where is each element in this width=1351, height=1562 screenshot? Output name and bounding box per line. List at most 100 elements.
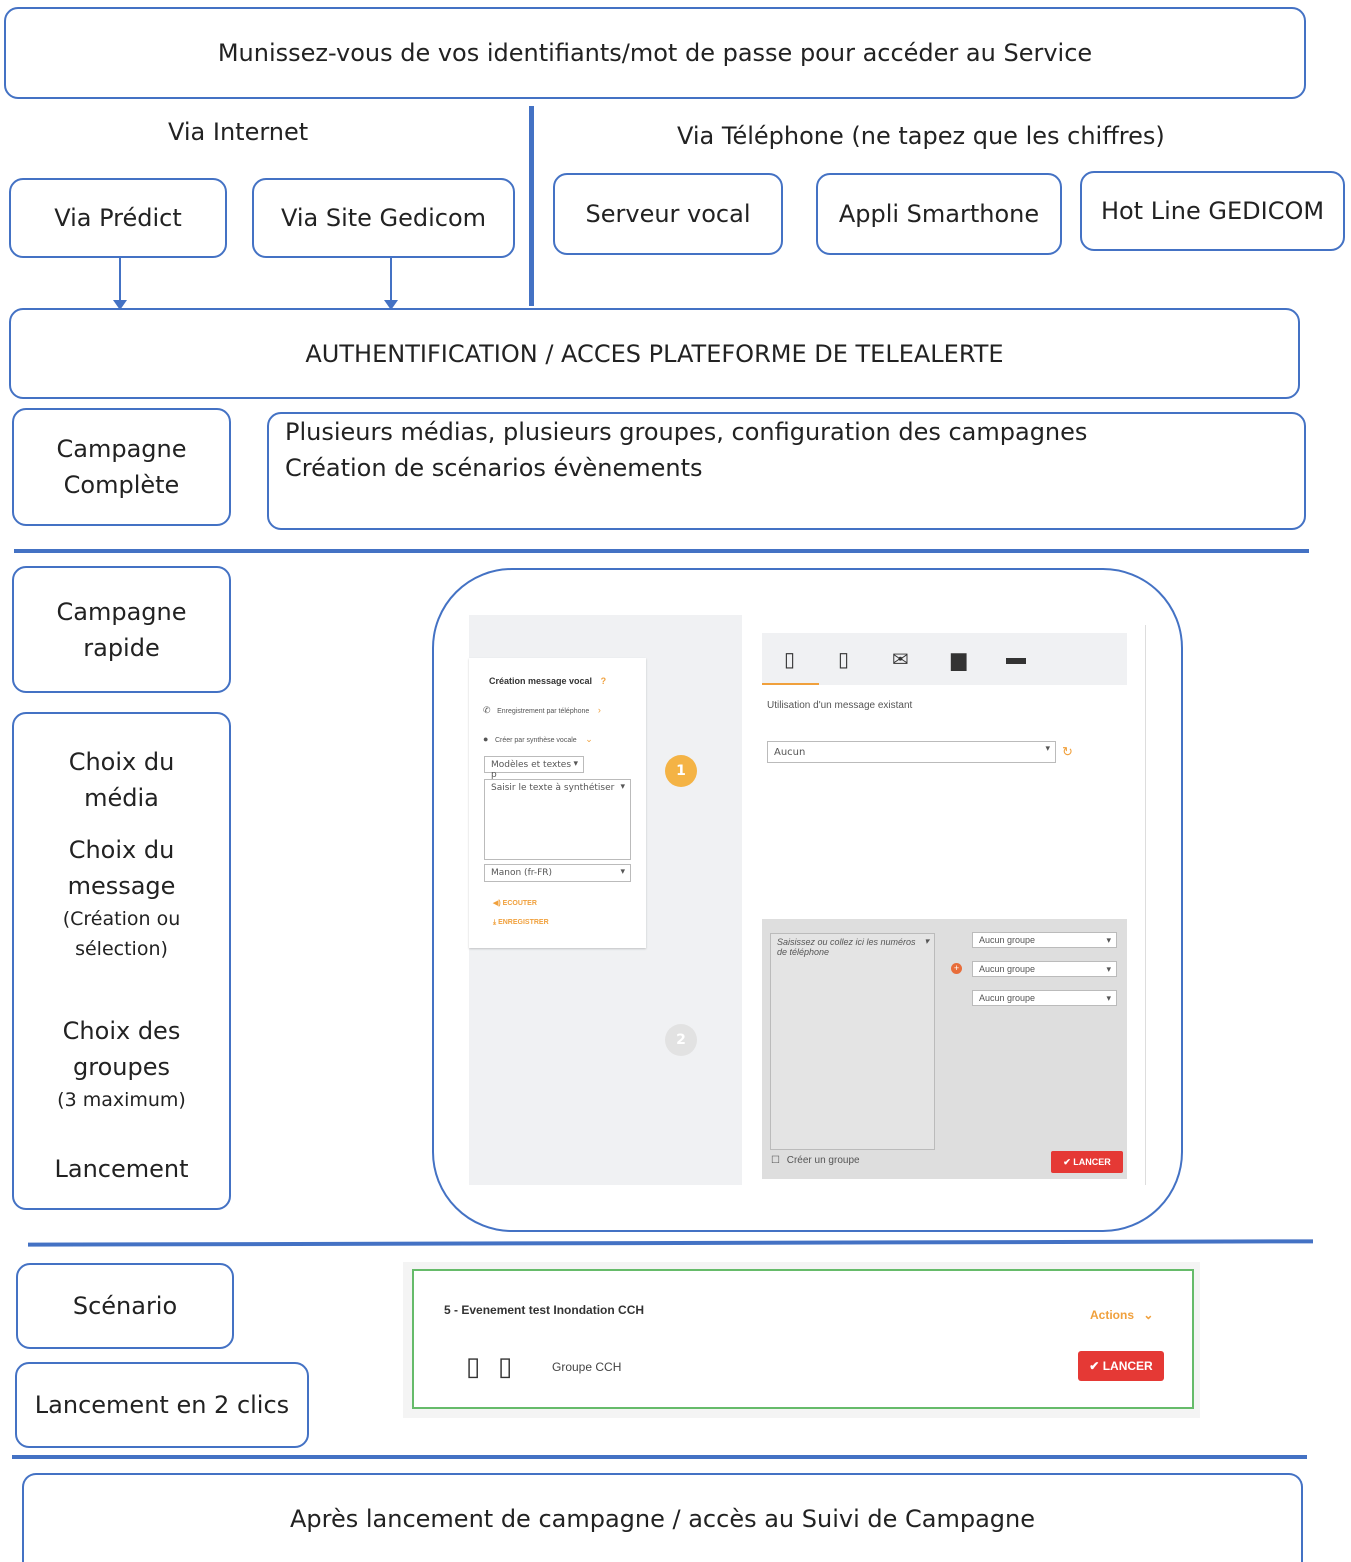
event-title: 5 - Evenement test Inondation CCH: [444, 1303, 645, 1317]
email-media-icon[interactable]: ✉: [892, 647, 909, 672]
separator-1: [14, 549, 1309, 553]
existing-message-select[interactable]: Aucun: [767, 741, 1056, 763]
check-icon: ✔: [1063, 1156, 1071, 1167]
group-name: Groupe CCH: [552, 1360, 622, 1374]
campagne-complete-line2: Complète: [63, 471, 180, 499]
option-serveur-vocal-label: Serveur vocal: [585, 200, 751, 228]
campagne-rapide-line1: Campagne: [56, 597, 187, 626]
sms-icon: ▯: [498, 1351, 513, 1381]
step-groups-2: groupes: [73, 1053, 170, 1081]
step-message-note-1: (Création ou: [62, 908, 181, 930]
listen-button[interactable]: ◀) ECOUTER: [493, 899, 537, 907]
sms-media-icon[interactable]: ▯: [838, 647, 849, 672]
listen-label: ECOUTER: [502, 900, 537, 907]
models-select[interactable]: Modèles et textes p: [484, 756, 584, 780]
separator-2: [27, 1239, 1314, 1247]
launch-label: LANCER: [1073, 1157, 1111, 1167]
save-label: ENREGISTRER: [498, 919, 549, 926]
launch-button[interactable]: ✔ LANCER: [1051, 1151, 1123, 1173]
scenario-box: Scénario: [16, 1263, 234, 1349]
synth-option[interactable]: ● Créer par synthèse vocale ⌄: [483, 734, 593, 745]
refresh-icon[interactable]: ↻: [1062, 744, 1073, 760]
synth-text-area[interactable]: Saisir le texte à synthétiser: [484, 779, 631, 860]
two-clicks-label: Lancement en 2 clics: [34, 1391, 290, 1419]
campagne-complete-desc2: Création de scénarios évènements: [285, 454, 703, 482]
suivi-text: Après lancement de campagne / accès au S…: [289, 1504, 1036, 1533]
step-media-2: média: [84, 784, 159, 812]
auth-text: AUTHENTIFICATION / ACCES PLATEFORME DE T…: [305, 339, 1004, 368]
speaker-icon: ◀): [493, 900, 501, 907]
record-phone-label: Enregistrement par téléphone: [497, 708, 590, 715]
panel-title: Création message vocal: [489, 676, 593, 686]
phone-icon: ▯: [466, 1351, 481, 1381]
telephone-heading: Via Téléphone (ne tapez que les chiffres…: [677, 122, 1165, 150]
group-select-1[interactable]: Aucun groupe: [972, 932, 1117, 948]
credentials-box: Munissez-vous de vos identifiants/mot de…: [4, 7, 1306, 99]
record-phone-option[interactable]: ✆ Enregistrement par téléphone ›: [483, 705, 601, 716]
pager-media-icon[interactable]: ▬: [1006, 647, 1026, 670]
step-media-1: Choix du: [68, 748, 175, 776]
create-group-label: Créer un groupe: [786, 1155, 860, 1166]
media-tab-bar: ▯ ▯ ✉ ▆ ▬: [762, 633, 1127, 685]
auth-box: AUTHENTIFICATION / ACCES PLATEFORME DE T…: [9, 308, 1300, 399]
arrow-predict: [113, 258, 127, 310]
step-1-badge: 1: [665, 755, 697, 787]
shot-right-border: [1145, 625, 1146, 1185]
campagne-complete-line1: Campagne: [56, 435, 187, 463]
option-site-gedicom-label: Via Site Gedicom: [280, 204, 487, 232]
recipients-area: Saisissez ou collez ici les numéros de t…: [762, 919, 1127, 1179]
chevron-down-icon: ⌄: [1143, 1308, 1154, 1322]
arrow-site-gedicom: [384, 258, 398, 310]
scenario-launch-label: LANCER: [1102, 1359, 1153, 1373]
campagne-complete-desc-box: Plusieurs médias, plusieurs groupes, con…: [267, 412, 1306, 530]
chevron-down-icon: ⌄: [585, 734, 593, 744]
fax-media-icon[interactable]: ▆: [951, 647, 966, 672]
step-groups-1: Choix des: [62, 1017, 181, 1045]
group-select-3[interactable]: Aucun groupe: [972, 990, 1117, 1006]
group-select-2[interactable]: Aucun groupe: [972, 961, 1117, 977]
step-message-2: message: [67, 872, 176, 900]
channel-divider: [529, 106, 534, 306]
step-message-note-2: sélection): [75, 938, 168, 960]
create-group-checkbox[interactable]: ☐ Créer un groupe: [771, 1155, 860, 1166]
campagne-rapide-line2: rapide: [83, 633, 160, 662]
step-launch: Lancement: [54, 1155, 189, 1183]
step-message-1: Choix du: [68, 836, 175, 864]
option-serveur-vocal: Serveur vocal: [553, 173, 783, 255]
option-predict-label: Via Prédict: [54, 204, 182, 232]
scenario-card: 5 - Evenement test Inondation CCH Action…: [412, 1269, 1194, 1409]
actions-menu[interactable]: Actions ⌄: [1090, 1308, 1153, 1322]
download-icon: ⤓: [493, 919, 497, 926]
checkbox-icon: ☐: [771, 1155, 780, 1166]
option-hotline: Hot Line GEDICOM: [1080, 171, 1345, 251]
check-icon: ✔: [1089, 1359, 1100, 1373]
add-group-icon[interactable]: +: [951, 963, 962, 974]
campagne-complete-desc1: Plusieurs médias, plusieurs groupes, con…: [285, 418, 1088, 446]
suivi-box: Après lancement de campagne / accès au S…: [22, 1473, 1303, 1562]
step-groups-note: (3 maximum): [57, 1089, 186, 1111]
option-appli-smartphone-label: Appli Smarthone: [838, 200, 1040, 228]
option-predict: Via Prédict: [9, 178, 227, 258]
phone-media-icon[interactable]: ▯: [784, 647, 795, 672]
actions-label: Actions: [1090, 1308, 1135, 1322]
phone-icon: ✆: [483, 705, 491, 715]
scenario-launch-button[interactable]: ✔ LANCER: [1078, 1351, 1164, 1381]
voice-message-panel: Création message vocal ? ✆ Enregistremen…: [469, 658, 646, 948]
option-hotline-label: Hot Line GEDICOM: [1100, 197, 1325, 225]
campagne-rapide-box: Campagne rapide: [12, 566, 231, 693]
save-button[interactable]: ⤓ ENREGISTRER: [493, 919, 549, 927]
two-clicks-box: Lancement en 2 clics: [15, 1362, 309, 1448]
chevron-right-icon: ›: [597, 705, 601, 715]
help-icon[interactable]: ?: [601, 676, 607, 686]
step-2-badge: 2: [665, 1024, 697, 1056]
synth-label: Créer par synthèse vocale: [494, 737, 577, 744]
option-appli-smartphone: Appli Smarthone: [816, 173, 1062, 255]
phone-numbers-textarea[interactable]: Saisissez ou collez ici les numéros de t…: [770, 933, 935, 1150]
campagne-complete-box: Campagne Complète: [12, 408, 231, 526]
credentials-text: Munissez-vous de vos identifiants/mot de…: [217, 39, 1093, 67]
separator-3: [12, 1455, 1307, 1459]
option-site-gedicom: Via Site Gedicom: [252, 178, 515, 258]
internet-heading: Via Internet: [168, 118, 309, 146]
existing-message-label: Utilisation d'un message existant: [767, 700, 913, 711]
voice-select[interactable]: Manon (fr-FR): [484, 864, 631, 882]
